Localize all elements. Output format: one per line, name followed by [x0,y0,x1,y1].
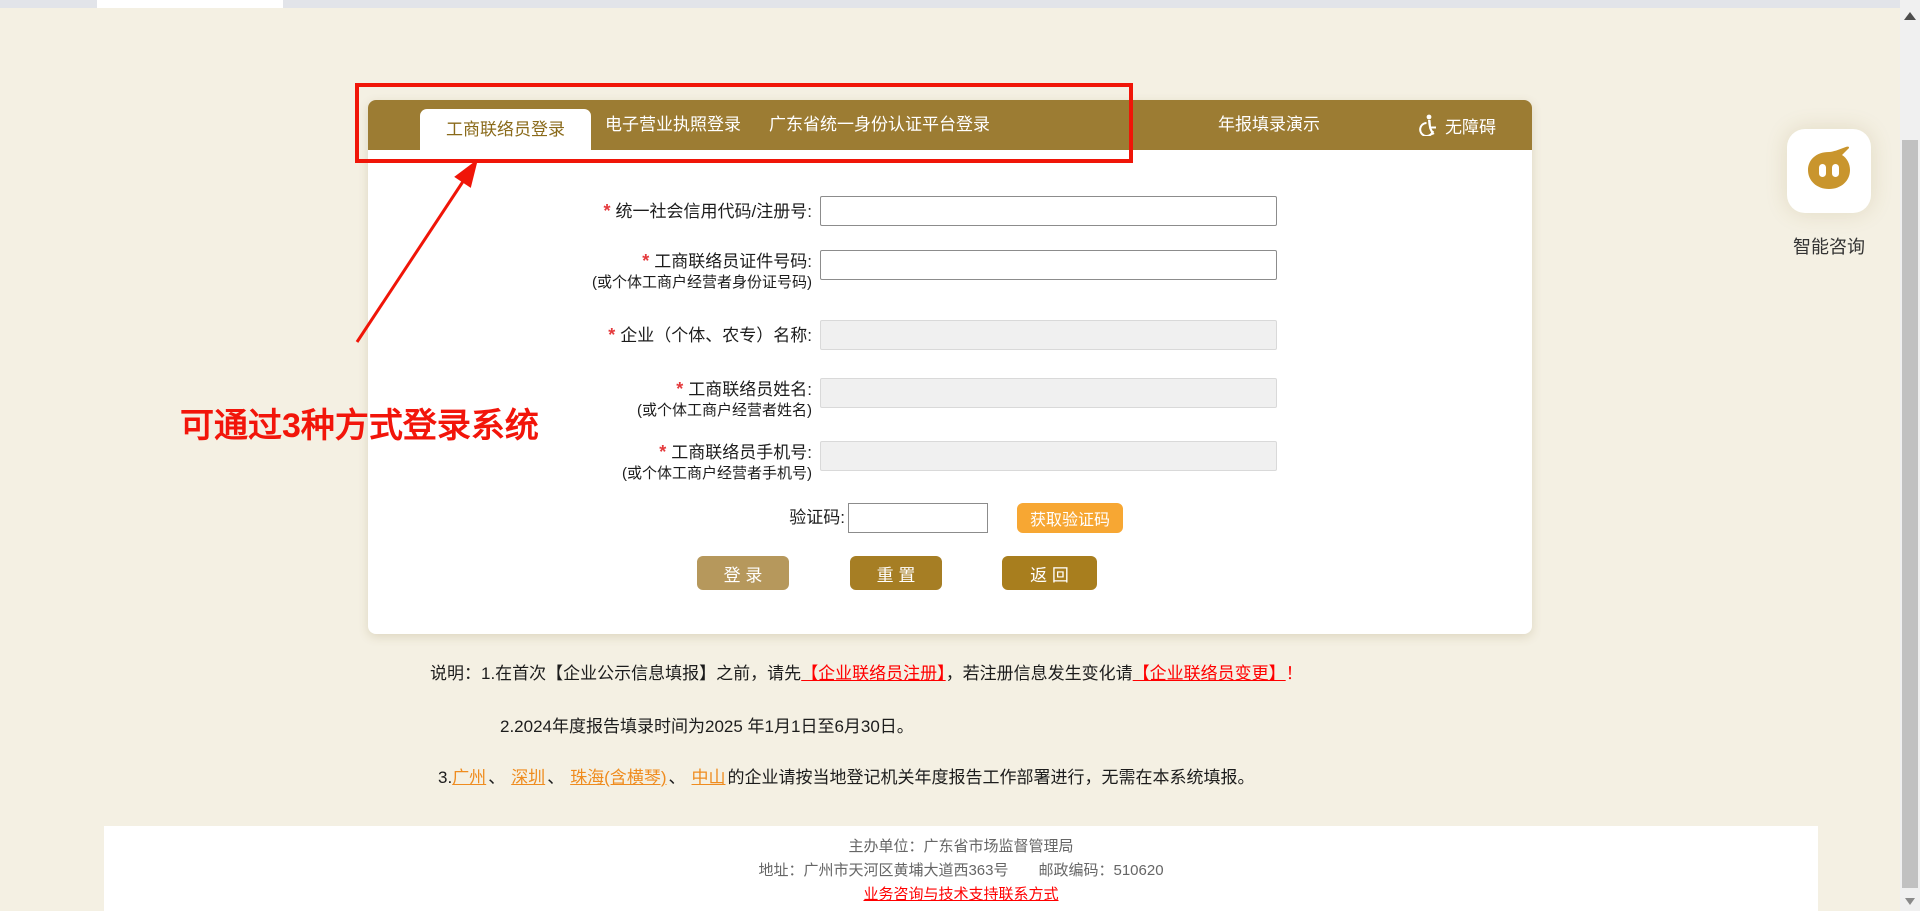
scrollbar[interactable] [1900,0,1920,911]
smart-consult-label: 智能咨询 [1776,233,1882,259]
liaison-id-label: *工商联络员证件号码: (或个体工商户经营者身份证号码) [368,250,812,292]
smart-consult-button[interactable] [1787,129,1871,213]
enterprise-name-label: *企业（个体、农专）名称: [368,320,812,350]
tab-business-liaison-login[interactable]: 工商联络员登录 [420,109,591,150]
tab-annual-report-demo[interactable]: 年报填录演示 [1204,100,1334,150]
footer-organizer: 主办单位：广东省市场监督管理局 [104,835,1818,859]
login-panel: 工商联络员登录 电子营业执照登录 广东省统一身份认证平台登录 年报填录演示 无障… [368,100,1532,634]
page-footer: 主办单位：广东省市场监督管理局 地址：广州市天河区黄埔大道西363号 邮政编码：5… [104,826,1818,911]
note1-prefix: 说明：1.在首次【企业公示信息填报】之前，请先 [430,664,801,683]
city-link-zhongshan[interactable]: 中山 [692,768,726,787]
required-asterisk: * [608,325,615,345]
note1-mid: ，若注册信息发生变化请 [946,664,1133,683]
required-asterisk: * [659,442,666,462]
note-line-3: 3.广州、深圳、珠海(含横琴)、中山的企业请按当地登记机关年度报告工作部署进行，… [438,763,1255,788]
login-tab-bar: 工商联络员登录 电子营业执照登录 广东省统一身份认证平台登录 年报填录演示 无障… [368,100,1532,150]
note3-suffix: 的企业请按当地登记机关年度报告工作部署进行，无需在本系统填报。 [728,768,1255,787]
scrollbar-up-arrow-icon[interactable] [1904,12,1916,20]
liaison-phone-input[interactable] [820,441,1277,471]
liaison-id-input[interactable] [820,250,1277,280]
back-button[interactable]: 返 回 [1002,556,1097,590]
footer-postcode: 邮政编码：510620 [1038,862,1163,879]
city-separator: 、 [547,768,564,787]
captcha-label: 验证码: [368,503,845,533]
top-browser-band [0,0,1920,8]
credit-code-input[interactable] [820,196,1277,226]
field-row-liaison-phone: *工商联络员手机号: (或个体工商户经营者手机号) [368,441,1532,483]
note-line-2: 2.2024年度报告填录时间为2025 年1月1日至6月30日。 [500,712,914,737]
login-form: *统一社会信用代码/注册号: *工商联络员证件号码: (或个体工商户经营者身份证… [368,150,1532,634]
city-separator: 、 [488,768,505,787]
note1-suffix: ！ [1286,664,1303,683]
chat-bubble-icon [1802,146,1856,196]
credit-code-label: *统一社会信用代码/注册号: [368,196,812,226]
get-captcha-button[interactable]: 获取验证码 [1017,503,1123,533]
required-asterisk: * [676,379,683,399]
login-button[interactable]: 登 录 [697,556,789,590]
liaison-phone-label: *工商联络员手机号: (或个体工商户经营者手机号) [368,441,812,483]
tab-guangdong-unified-identity-login[interactable]: 广东省统一身份认证平台登录 [755,100,1004,150]
scrollbar-thumb[interactable] [1902,140,1918,888]
required-asterisk: * [604,201,611,221]
top-band-segment [97,0,283,8]
required-asterisk: * [642,251,649,271]
support-contact-link[interactable]: 业务咨询与技术支持联系方式 [863,883,1058,907]
liaison-change-link[interactable]: 【企业联络员变更】 [1133,664,1286,683]
note3-prefix: 3. [438,768,452,787]
city-separator: 、 [669,768,686,787]
accessibility-button[interactable]: 无障碍 [1418,100,1496,150]
scrollbar-down-arrow-icon[interactable] [1905,898,1915,905]
reset-button[interactable]: 重 置 [850,556,942,590]
liaison-name-input[interactable] [820,378,1277,408]
enterprise-name-input[interactable] [820,320,1277,350]
footer-address-line: 地址：广州市天河区黄埔大道西363号 邮政编码：510620 [104,859,1818,883]
city-link-guangzhou[interactable]: 广州 [452,768,486,787]
captcha-row: 验证码: 获取验证码 [368,503,1532,533]
footer-address: 地址：广州市天河区黄埔大道西363号 [758,862,1008,879]
field-row-liaison-name: *工商联络员姓名: (或个体工商户经营者姓名) [368,378,1532,420]
note-line-1: 说明：1.在首次【企业公示信息填报】之前，请先【企业联络员注册】，若注册信息发生… [430,659,1303,684]
field-row-enterprise-name: *企业（个体、农专）名称: [368,320,1532,350]
wheelchair-icon [1418,114,1438,136]
accessibility-label: 无障碍 [1445,113,1496,138]
annotation-note-text: 可通过3种方式登录系统 [180,398,539,447]
city-link-zhuhai[interactable]: 珠海(含横琴) [570,768,666,787]
tab-e-business-license-login[interactable]: 电子营业执照登录 [591,100,755,150]
field-row-credit-code: *统一社会信用代码/注册号: [368,196,1532,226]
field-row-liaison-id: *工商联络员证件号码: (或个体工商户经营者身份证号码) [368,250,1532,292]
liaison-register-link[interactable]: 【企业联络员注册】 [801,664,946,683]
city-link-shenzhen[interactable]: 深圳 [511,768,545,787]
captcha-input[interactable] [848,503,988,533]
